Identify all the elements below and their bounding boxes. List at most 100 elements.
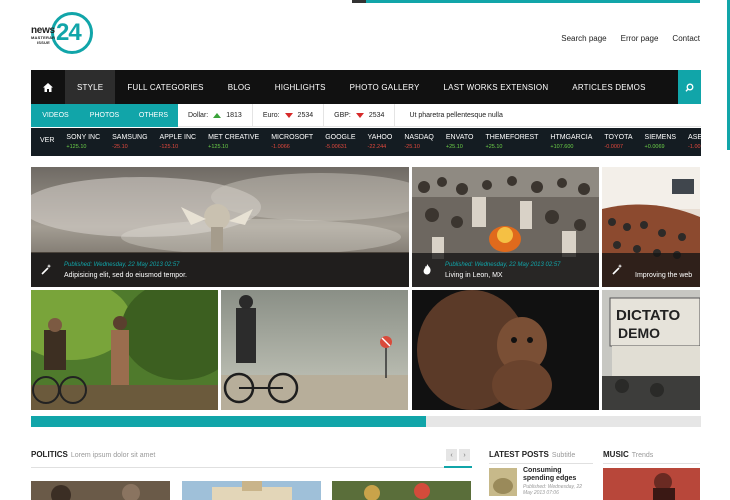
site-logo[interactable]: 24 news MASTERAR ISSUE — [31, 12, 93, 60]
nav-home-button[interactable] — [31, 70, 65, 104]
ticker-name: APPLE INC — [159, 134, 197, 141]
tab-others[interactable]: OTHERS — [129, 103, 178, 127]
ticker-value: -0.0007 — [604, 144, 624, 150]
ticker-item[interactable]: ENVATO +25.10 — [442, 128, 482, 156]
ticker-name: HTMGARCIA — [550, 134, 593, 141]
music-thumb[interactable] — [603, 468, 700, 500]
ticker-item[interactable]: SONY INC +125.10 — [62, 128, 108, 156]
nav-item-photo-gallery[interactable]: PHOTO GALLERY — [338, 70, 432, 104]
ticker-name: SIEMENS — [644, 134, 677, 141]
ticker-item[interactable]: ASELS -1.001 — [684, 128, 701, 156]
gallery-tile-4[interactable]: DICTATO DEMO — [602, 290, 700, 410]
ticker-name: GOOGLE — [325, 134, 356, 141]
arrow-up-icon — [213, 112, 222, 118]
search-page-link[interactable]: Search page — [561, 34, 606, 43]
ticker-item[interactable]: VER — [36, 128, 62, 156]
ticker-value: -1.001 — [688, 144, 701, 150]
ticker-name: VER — [40, 137, 55, 144]
politics-thumb-1[interactable] — [31, 481, 170, 500]
politics-divider — [31, 467, 472, 468]
tile-title[interactable]: Adipisicing elit, sed do eiusmod tempor. — [64, 272, 187, 279]
ticker-row: VER SONY INC +125.10 SAMSUNG -25.10 APPLE INC… — [36, 128, 701, 156]
tile-caption: Improving the web — [602, 253, 700, 287]
ticker-item[interactable]: MET CREATIVE +125.10 — [204, 128, 267, 156]
ticker-name: SONY INC — [66, 134, 101, 141]
politics-thumb-2[interactable] — [182, 481, 321, 500]
svg-text:DICTATO: DICTATO — [616, 307, 680, 324]
ticker-item[interactable]: MICROSOFT -1.0066 — [267, 128, 321, 156]
search-icon — [685, 83, 694, 92]
ticker-item[interactable]: TOYOTA -0.0007 — [600, 128, 640, 156]
tile-title[interactable]: Improving the web — [635, 272, 692, 279]
chevron-right-icon: › — [463, 451, 466, 459]
ticker-item[interactable]: THEMEFOREST +25.10 — [482, 128, 547, 156]
ticker-item[interactable]: SAMSUNG -25.10 — [108, 128, 155, 156]
flame-icon — [423, 264, 431, 275]
ticker-name: NASDAQ — [404, 134, 434, 141]
tab-photos[interactable]: PHOTOS — [80, 103, 129, 127]
svg-text:DEMO: DEMO — [618, 325, 660, 341]
music-divider — [603, 463, 700, 464]
ticker-item[interactable]: APPLE INC -125.10 — [156, 128, 205, 156]
contact-link[interactable]: Contact — [672, 34, 700, 43]
error-page-link[interactable]: Error page — [621, 34, 659, 43]
politics-prev-button[interactable]: ‹ — [446, 449, 457, 461]
politics-section-title: POLITICS Lorem ipsum dolor sit amet — [31, 450, 156, 459]
gallery-tile-1[interactable] — [31, 290, 218, 410]
ticker-name: THEMEFOREST — [485, 134, 539, 141]
ticker-name: MET CREATIVE — [208, 134, 260, 141]
featured-tile-2[interactable]: Published: Wednesday, 22 May 2013 02:57 … — [412, 167, 599, 287]
top-links: Search page Error page Contact — [561, 34, 700, 43]
nav-item-style[interactable]: STYLE — [65, 70, 116, 104]
politics-thumb-3[interactable] — [332, 481, 471, 500]
featured-tile-3[interactable]: Improving the web — [602, 167, 700, 287]
magic-wand-icon — [612, 264, 623, 275]
slider-progress-bar[interactable] — [31, 416, 701, 427]
latest-post-thumb[interactable] — [489, 468, 517, 496]
ticker-name: SAMSUNG — [112, 134, 148, 141]
ticker-value: -22.244 — [367, 144, 387, 150]
nav-item-full-categories[interactable]: FULL CATEGORIES — [115, 70, 215, 104]
latest-post-image — [489, 468, 517, 496]
gallery-tile-3[interactable] — [412, 290, 599, 410]
chevron-left-icon: ‹ — [450, 451, 453, 459]
music-section-title: MUSIC Trends — [603, 450, 654, 459]
politics-next-button[interactable]: › — [459, 449, 470, 461]
arrow-down-icon — [355, 112, 364, 118]
tile-caption: Published: Wednesday, 22 May 2013 02:57 … — [31, 253, 409, 287]
ticker-value: +125.10 — [66, 144, 87, 150]
nav-item-last-works-extension[interactable]: LAST WORKS EXTENSION — [432, 70, 561, 104]
latest-post-title[interactable]: Consuming spending edges — [523, 467, 593, 483]
tile-published: Published: Wednesday, 22 May 2013 02:57 — [64, 262, 180, 268]
latest-post-meta: Published: Wednesday, 22 May 2013 07:06 — [523, 484, 583, 496]
gallery-tile-2[interactable] — [221, 290, 408, 410]
stock-ticker: VER SONY INC +125.10 SAMSUNG -25.10 APPLE INC… — [31, 128, 701, 156]
sub-bar-text: Ut pharetra pellentesque nulla — [409, 111, 503, 119]
ticker-item[interactable]: YAHOO -22.244 — [364, 128, 401, 156]
ticker-item[interactable]: GOOGLE -5.00631 — [321, 128, 363, 156]
tab-videos[interactable]: VIDEOS — [31, 103, 80, 127]
politics-image-2 — [182, 481, 321, 500]
ticker-value: +25.10 — [485, 144, 503, 150]
ticker-value: +0.0069 — [644, 144, 665, 150]
nav-item-articles-demos[interactable]: ARTICLES DEMOS — [560, 70, 657, 104]
ticker-item[interactable]: NASDAQ -25.10 — [400, 128, 442, 156]
nav-item-highlights[interactable]: HIGHLIGHTS — [263, 70, 338, 104]
latest-posts-section-title: LATEST POSTS Subtitle — [489, 450, 576, 459]
ticker-name: TOYOTA — [604, 134, 633, 141]
top-accent-teal-bar — [366, 0, 700, 3]
nav-search-button[interactable] — [678, 70, 701, 104]
ticker-value: -1.0066 — [271, 144, 290, 150]
logo-number: 24 — [56, 19, 82, 46]
currency-gbp: GBP: 2534 — [324, 103, 396, 127]
ticker-item[interactable]: SIEMENS +0.0069 — [641, 128, 685, 156]
nav-item-blog[interactable]: BLOG — [216, 70, 263, 104]
currency-euro: Euro: 2534 — [253, 103, 325, 127]
logo-word: news — [31, 25, 55, 36]
ticker-item[interactable]: HTMGARCIA +107.600 — [546, 128, 600, 156]
tile-title[interactable]: Living in Leon, MX — [445, 272, 503, 279]
arrow-down-icon — [284, 112, 293, 118]
gallery-image-2 — [221, 290, 408, 410]
featured-tile-1[interactable]: Published: Wednesday, 22 May 2013 02:57 … — [31, 167, 409, 287]
ticker-value: -25.10 — [404, 144, 420, 150]
